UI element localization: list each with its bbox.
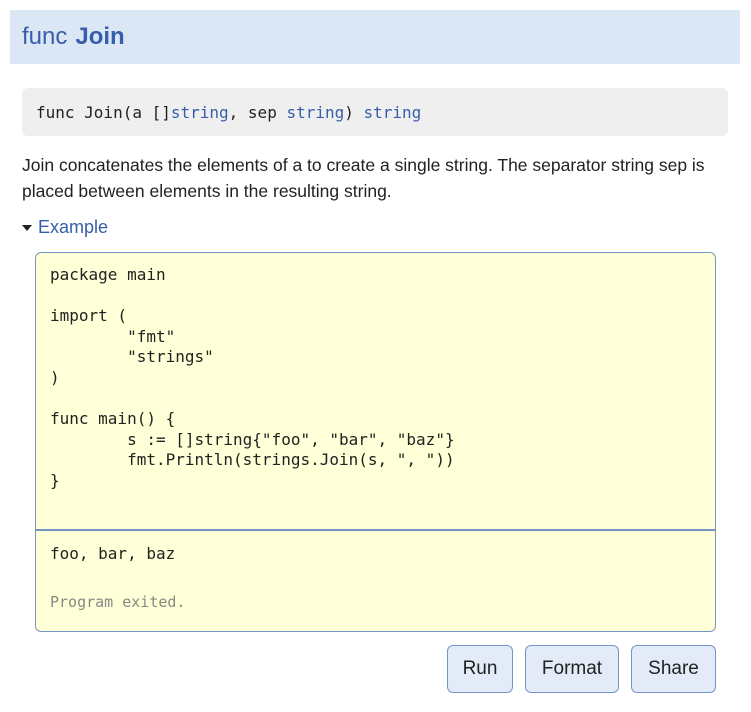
function-description: Join concatenates the elements of a to c… xyxy=(22,155,705,201)
signature-sep-type: string xyxy=(286,102,345,122)
playground: foo, bar, baz Program exited. xyxy=(35,252,716,632)
program-output: foo, bar, baz xyxy=(50,544,176,563)
function-name: Join xyxy=(75,23,125,50)
run-button[interactable]: Run xyxy=(447,645,513,693)
function-signature: func Join(a [] string, sep string) string xyxy=(22,88,728,136)
code-editor[interactable] xyxy=(36,253,715,529)
format-button[interactable]: Format xyxy=(525,645,619,693)
signature-close: ) xyxy=(344,102,364,122)
func-keyword: func xyxy=(22,23,68,50)
function-header: func Join xyxy=(10,10,740,64)
playground-buttons: Run Format Share xyxy=(447,645,716,693)
signature-param-type: string xyxy=(170,102,229,122)
signature-return-type: string xyxy=(363,102,422,122)
program-status: Program exited. xyxy=(50,593,186,611)
example-label: Example xyxy=(38,216,109,237)
output-panel: foo, bar, baz Program exited. xyxy=(36,531,715,625)
signature-prefix: func Join(a [] xyxy=(36,102,171,122)
signature-mid: , sep xyxy=(228,102,287,122)
example-toggle[interactable]: Example xyxy=(22,215,108,239)
share-button[interactable]: Share xyxy=(631,645,716,693)
triangle-down-icon xyxy=(22,225,32,231)
